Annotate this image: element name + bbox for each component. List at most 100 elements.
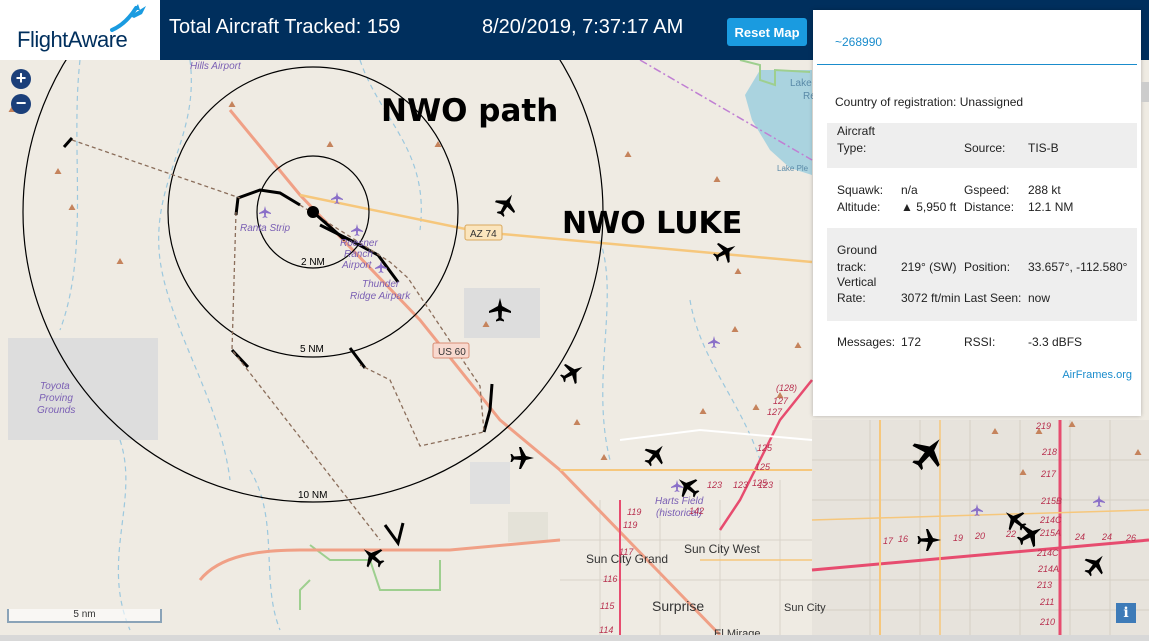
flightaware-logo[interactable]: FlightAware <box>0 0 160 60</box>
rssi-label: RSSI: <box>964 335 996 349</box>
zoom-in-button[interactable]: + <box>11 69 31 89</box>
source-value: TIS-B <box>1028 141 1059 155</box>
messages-label: Messages: <box>837 335 896 349</box>
road-number-label: 127 <box>773 396 789 406</box>
gspeed-label: Gspeed: <box>964 183 1010 197</box>
reset-map-button[interactable]: Reset Map <box>727 18 807 46</box>
distance-value: 12.1 NM <box>1028 200 1074 214</box>
panel-divider <box>817 64 1137 65</box>
road-number-label: 215B <box>1040 496 1062 506</box>
distance-label: Distance: <box>964 200 1015 214</box>
road-number-label: 214C <box>1036 548 1059 558</box>
road-number-label: 119 <box>627 507 641 517</box>
country-value: Unassigned <box>959 95 1024 109</box>
map-label-lake: Lake <box>790 78 812 89</box>
road-number-label: 16 <box>898 534 908 544</box>
urban-area <box>812 420 1149 635</box>
road-number-label: 218 <box>1041 447 1057 457</box>
messages-value: 172 <box>901 335 922 349</box>
gray-land-area <box>470 462 510 504</box>
lastseen-value: now <box>1028 291 1051 305</box>
road-number-label: 210 <box>1039 617 1055 627</box>
gray-land-area <box>508 512 548 542</box>
road-number-label: 114 <box>599 625 613 635</box>
country-of-registration: Country of registration: Unassigned <box>835 95 1023 109</box>
road-number-label: 125 <box>755 462 771 472</box>
map-label-toyota-3: Grounds <box>37 405 75 416</box>
svg-text:AZ 74: AZ 74 <box>470 229 497 240</box>
map-label-hills-airport: Hills Airport <box>190 61 242 72</box>
annotation-nwo-luke: NWO LUKE <box>562 206 742 241</box>
road-number-label: 123 <box>707 480 722 490</box>
road-number-label: 127 <box>767 407 783 417</box>
road-number-label: 17 <box>883 536 894 546</box>
road-number-label: 22 <box>1005 529 1016 539</box>
road-number-label: 24 <box>1101 532 1112 542</box>
road-number-label: 211 <box>1039 597 1054 607</box>
panel-toggle-handle[interactable] <box>1141 82 1149 102</box>
rssi-value: -3.3 dBFS <box>1028 335 1083 349</box>
road-number-label: 215A <box>1039 528 1061 538</box>
road-number-label: 125 <box>757 443 773 453</box>
receiver-center-dot <box>307 206 319 218</box>
road-number-label: 119 <box>623 520 637 530</box>
map-label-toyota-1: Toyota <box>40 381 70 392</box>
map-label-toyota-2: Proving <box>39 393 73 404</box>
altitude-value: ▲ 5,950 ft <box>901 200 957 214</box>
aircraft-info-panel: ~268990 Country of registration: Unassig… <box>813 10 1141 416</box>
road-number-label: 213 <box>1036 580 1052 590</box>
ground-label: Ground <box>837 243 878 257</box>
position-value: 33.657°, -112.580° <box>1028 260 1128 274</box>
map-label-ranta-strip: Ranta Strip <box>240 223 290 234</box>
airframes-link[interactable]: AirFrames.org <box>1062 369 1132 381</box>
road-number-label: 115 <box>600 601 615 611</box>
rate-value: 3072 ft/min <box>901 291 961 305</box>
aircraft-label: Aircraft <box>837 124 876 138</box>
range-label-2nm: 2 NM <box>301 257 325 268</box>
road-number-label: 24 <box>1074 532 1085 542</box>
road-number-label: 26 <box>1125 533 1136 543</box>
map-label-sun-city-west: Sun City West <box>684 542 760 556</box>
road-number-label: 116 <box>603 574 617 584</box>
map-label-lake-ple: Lake Ple <box>777 164 809 173</box>
aircraft-id[interactable]: ~268990 <box>835 35 882 49</box>
map-label-roesner-3: Airport <box>341 260 373 271</box>
track-value: 219° (SW) <box>901 260 957 274</box>
road-number-label: 217 <box>1040 469 1057 479</box>
source-label: Source: <box>964 141 1006 155</box>
map-label-surprise: Surprise <box>652 598 704 614</box>
road-shield-us60: US 60 <box>432 342 470 359</box>
altitude-label: Altitude: <box>837 200 881 214</box>
squawk-value: n/a <box>901 183 918 197</box>
rate-label: Rate: <box>837 291 866 305</box>
country-label: Country of registration: <box>835 95 957 109</box>
gspeed-value: 288 kt <box>1028 183 1061 197</box>
road-number-label: 117 <box>619 547 634 557</box>
header-timestamp: 8/20/2019, 7:37:17 AM <box>482 16 684 38</box>
annotation-nwo-path: NWO path <box>381 93 558 129</box>
range-label-5nm: 5 NM <box>300 344 324 355</box>
total-aircraft-tracked: Total Aircraft Tracked: 159 <box>169 16 401 38</box>
road-shield-az74: AZ 74 <box>464 224 503 241</box>
road-number-label: 123 <box>758 480 773 490</box>
type-label: Type: <box>837 141 867 155</box>
map-label-thunder-2: Ridge Airpark <box>350 291 411 302</box>
map-label-thunder-1: Thunder <box>362 279 400 290</box>
lastseen-label: Last Seen: <box>964 291 1022 305</box>
road-number-label: 214C <box>1039 515 1062 525</box>
squawk-label: Squawk: <box>837 183 884 197</box>
road-number-label: 142 <box>689 506 704 516</box>
info-icon[interactable]: i <box>1116 603 1136 623</box>
logo-wordmark: FlightAware <box>17 27 128 52</box>
road-number-label: 19 <box>953 533 963 543</box>
road-number-label: 219 <box>1035 421 1051 431</box>
map-label-sun-city: Sun City <box>784 602 826 614</box>
map-scale-bar: 5 nm <box>7 609 162 623</box>
zoom-out-button[interactable]: − <box>11 94 31 114</box>
horizontal-scrollbar[interactable] <box>0 635 1149 641</box>
svg-text:US 60: US 60 <box>438 347 466 358</box>
map-label-roesner-1: Roesner <box>340 238 378 249</box>
road-number-label: 214A <box>1037 564 1059 574</box>
map-label-roesner-2: Ranch <box>344 249 373 260</box>
road-number-label: 123 <box>733 480 748 490</box>
